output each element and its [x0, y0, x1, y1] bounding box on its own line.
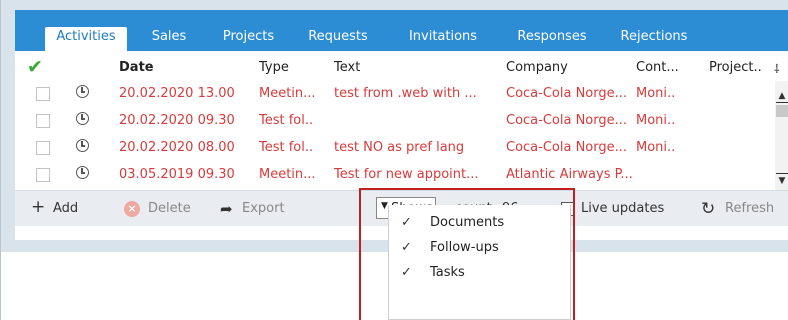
row-company: Atlantic Airways P... — [506, 167, 632, 182]
row-contact: Moni.. — [636, 140, 676, 155]
clock-icon — [76, 166, 89, 179]
row-company: Coca-Cola Norge... — [506, 140, 628, 155]
row-checkbox[interactable] — [36, 141, 50, 155]
row-text: Test for new appoint... — [334, 167, 479, 182]
activity-list: 20.02.2020 13.00 Meetin... test from .we… — [15, 81, 775, 190]
row-type: Meetin... — [259, 86, 316, 101]
column-contact[interactable]: Cont... — [636, 60, 679, 75]
refresh-button[interactable]: Refresh — [725, 201, 774, 216]
table-row[interactable]: 20.02.2020 13.00 Meetin... test from .we… — [15, 81, 775, 108]
row-contact: Moni.. — [636, 86, 676, 101]
tab-activities[interactable]: Activities — [45, 27, 127, 51]
live-updates-label[interactable]: Live updates — [581, 201, 664, 216]
row-date: 20.02.2020 13.00 — [119, 86, 235, 101]
clock-icon — [76, 85, 89, 98]
highlight-box — [359, 188, 575, 320]
vertical-scrollbar[interactable]: ▲ ▼ — [775, 81, 788, 190]
export-arrow-icon[interactable]: ➦ — [220, 200, 233, 218]
export-button[interactable]: Export — [242, 201, 285, 216]
add-button[interactable]: Add — [53, 201, 78, 216]
scroll-thumb[interactable] — [776, 105, 788, 117]
scroll-up-icon[interactable]: ▲ — [776, 89, 788, 103]
refresh-icon[interactable]: ↻ — [701, 199, 715, 219]
table-row[interactable]: 20.02.2020 08.00 Test fol.. test NO as p… — [15, 135, 775, 162]
tab-responses[interactable]: Responses — [503, 27, 601, 51]
row-text: test NO as pref lang — [334, 140, 465, 155]
checkmark-icon[interactable]: ✔ — [27, 57, 47, 77]
row-contact: Moni.. — [636, 113, 676, 128]
row-text: test from .web with ... — [334, 86, 477, 101]
row-type: Test fol.. — [259, 113, 314, 128]
tab-projects[interactable]: Projects — [211, 27, 286, 51]
column-type[interactable]: Type — [259, 60, 289, 75]
app-window: Activities Sales Projects Requests Invit… — [0, 0, 788, 320]
column-project[interactable]: Project.. — [709, 60, 762, 75]
clock-icon — [76, 139, 89, 152]
plus-icon[interactable]: + — [31, 199, 45, 216]
row-checkbox[interactable] — [36, 87, 50, 101]
delete-icon[interactable]: × — [124, 201, 140, 217]
row-date: 20.02.2020 08.00 — [119, 140, 235, 155]
row-company: Coca-Cola Norge... — [506, 86, 628, 101]
table-row[interactable]: 20.02.2020 09.30 Test fol.. Coca-Cola No… — [15, 108, 775, 135]
pin-column-icon[interactable]: ⸸ — [774, 60, 780, 77]
tab-sales[interactable]: Sales — [139, 27, 199, 51]
column-company[interactable]: Company — [506, 60, 568, 75]
tab-rejections[interactable]: Rejections — [611, 27, 697, 51]
row-date: 03.05.2019 09.30 — [119, 167, 235, 182]
tab-bar: Activities Sales Projects Requests Invit… — [15, 10, 788, 51]
tab-requests[interactable]: Requests — [297, 27, 379, 51]
table-header: ✔ Date Type Text Company Cont... Project… — [15, 55, 788, 81]
column-text[interactable]: Text — [334, 60, 360, 75]
row-type: Test fol.. — [259, 140, 314, 155]
delete-button[interactable]: Delete — [148, 201, 191, 216]
scroll-down-icon[interactable]: ▼ — [776, 173, 788, 187]
column-date[interactable]: Date — [119, 60, 154, 75]
row-date: 20.02.2020 09.30 — [119, 113, 235, 128]
row-type: Meetin... — [259, 167, 316, 182]
table-row[interactable]: 03.05.2019 09.30 Meetin... Test for new … — [15, 162, 775, 189]
clock-icon — [76, 112, 89, 125]
row-company: Coca-Cola Norge... — [506, 113, 628, 128]
row-checkbox[interactable] — [36, 114, 50, 128]
tab-invitations[interactable]: Invitations — [393, 27, 493, 51]
row-checkbox[interactable] — [36, 168, 50, 182]
